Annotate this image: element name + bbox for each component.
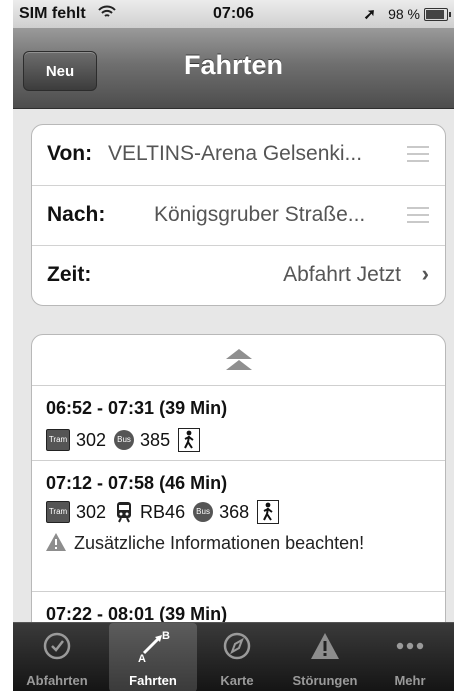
from-value[interactable]: VELTINS-Arena Gelsenki... — [108, 142, 362, 166]
trip-row[interactable]: 06:52 - 07:31 (39 Min) Tram 302 Bus 385 — [32, 386, 445, 461]
tab-label: Abfahrten — [26, 673, 88, 688]
line-number: 385 — [140, 429, 171, 450]
time-value[interactable]: Abfahrt Jetzt — [283, 263, 401, 287]
new-button[interactable]: Neu — [23, 51, 97, 91]
line-number: 368 — [219, 501, 250, 522]
walk-icon — [178, 428, 201, 452]
route-start-label: A — [138, 653, 146, 663]
trip-row[interactable]: 07:12 - 07:58 (46 Min) Tram 302 RB46 Bus… — [32, 461, 445, 592]
trip-info: Zusätzliche Informationen beachten! — [46, 531, 376, 557]
warning-icon — [46, 531, 68, 557]
train-icon — [114, 501, 134, 523]
to-value[interactable]: Königsgruber Straße... — [154, 203, 365, 227]
tab-label: Mehr — [394, 673, 426, 688]
app-screen: SIM fehlt 07:06 ➚ 98 % Neu Fahrten Von: … — [13, 0, 454, 691]
tab-fahrten[interactable]: A B Fahrten — [109, 623, 197, 691]
page-title: Fahrten — [183, 50, 283, 80]
to-label: Nach: — [47, 203, 106, 226]
to-row[interactable]: Nach: Königsgruber Straße... — [32, 185, 445, 246]
tab-label: Fahrten — [129, 673, 177, 688]
tram-icon: Tram — [46, 429, 70, 451]
trip-info-text: Zusätzliche Informationen beachten! — [74, 533, 365, 553]
chevron-right-icon: › — [421, 261, 429, 286]
more-dots-icon — [366, 629, 454, 663]
tab-stoerungen[interactable]: Störungen — [281, 623, 369, 691]
tab-label: Karte — [220, 673, 254, 688]
tab-abfahrten[interactable]: Abfahrten — [13, 623, 101, 691]
time-label: Zeit: — [47, 263, 92, 286]
double-chevron-up-icon — [226, 349, 252, 370]
navigation-bar: Neu Fahrten — [13, 28, 454, 109]
tab-label: Störungen — [292, 673, 358, 688]
line-number: RB46 — [140, 501, 186, 522]
clock-icon — [13, 629, 101, 663]
time-row[interactable]: Zeit: Abfahrt Jetzt › — [32, 245, 445, 305]
trip-legs: Tram 302 RB46 Bus 368 — [46, 499, 285, 525]
battery-icon — [424, 8, 451, 21]
reorder-handle-icon[interactable] — [407, 146, 429, 162]
tab-karte[interactable]: Karte — [193, 623, 281, 691]
from-row[interactable]: Von: VELTINS-Arena Gelsenki... — [32, 125, 445, 185]
trip-legs: Tram 302 Bus 385 — [46, 427, 206, 453]
battery-percent: 98 % — [388, 6, 420, 22]
trip-query-form: Von: VELTINS-Arena Gelsenki... Nach: Kön… — [31, 124, 446, 306]
warning-icon — [281, 629, 369, 663]
tram-icon: Tram — [46, 501, 70, 523]
trip-times: 07:12 - 07:58 (46 Min) — [46, 473, 228, 493]
tab-bar: Abfahrten A B Fahrten Karte Störungen Me… — [13, 622, 454, 691]
tab-mehr[interactable]: Mehr — [366, 623, 454, 691]
route-end-label: B — [162, 630, 170, 642]
reorder-handle-icon[interactable] — [407, 207, 429, 223]
trip-results-list: 06:52 - 07:31 (39 Min) Tram 302 Bus 385 … — [31, 334, 446, 656]
status-bar: SIM fehlt 07:06 ➚ 98 % — [13, 0, 454, 28]
line-number: 302 — [76, 429, 107, 450]
load-earlier-button[interactable] — [32, 335, 445, 386]
route-arrow-icon: A B — [109, 629, 197, 663]
line-number: 302 — [76, 501, 107, 522]
compass-icon — [193, 629, 281, 663]
bus-icon: Bus — [193, 502, 214, 522]
trip-times: 06:52 - 07:31 (39 Min) — [46, 398, 228, 418]
bus-icon: Bus — [114, 430, 135, 450]
location-arrow-icon: ➚ — [363, 6, 376, 23]
walk-icon — [257, 500, 280, 524]
from-label: Von: — [47, 142, 93, 165]
